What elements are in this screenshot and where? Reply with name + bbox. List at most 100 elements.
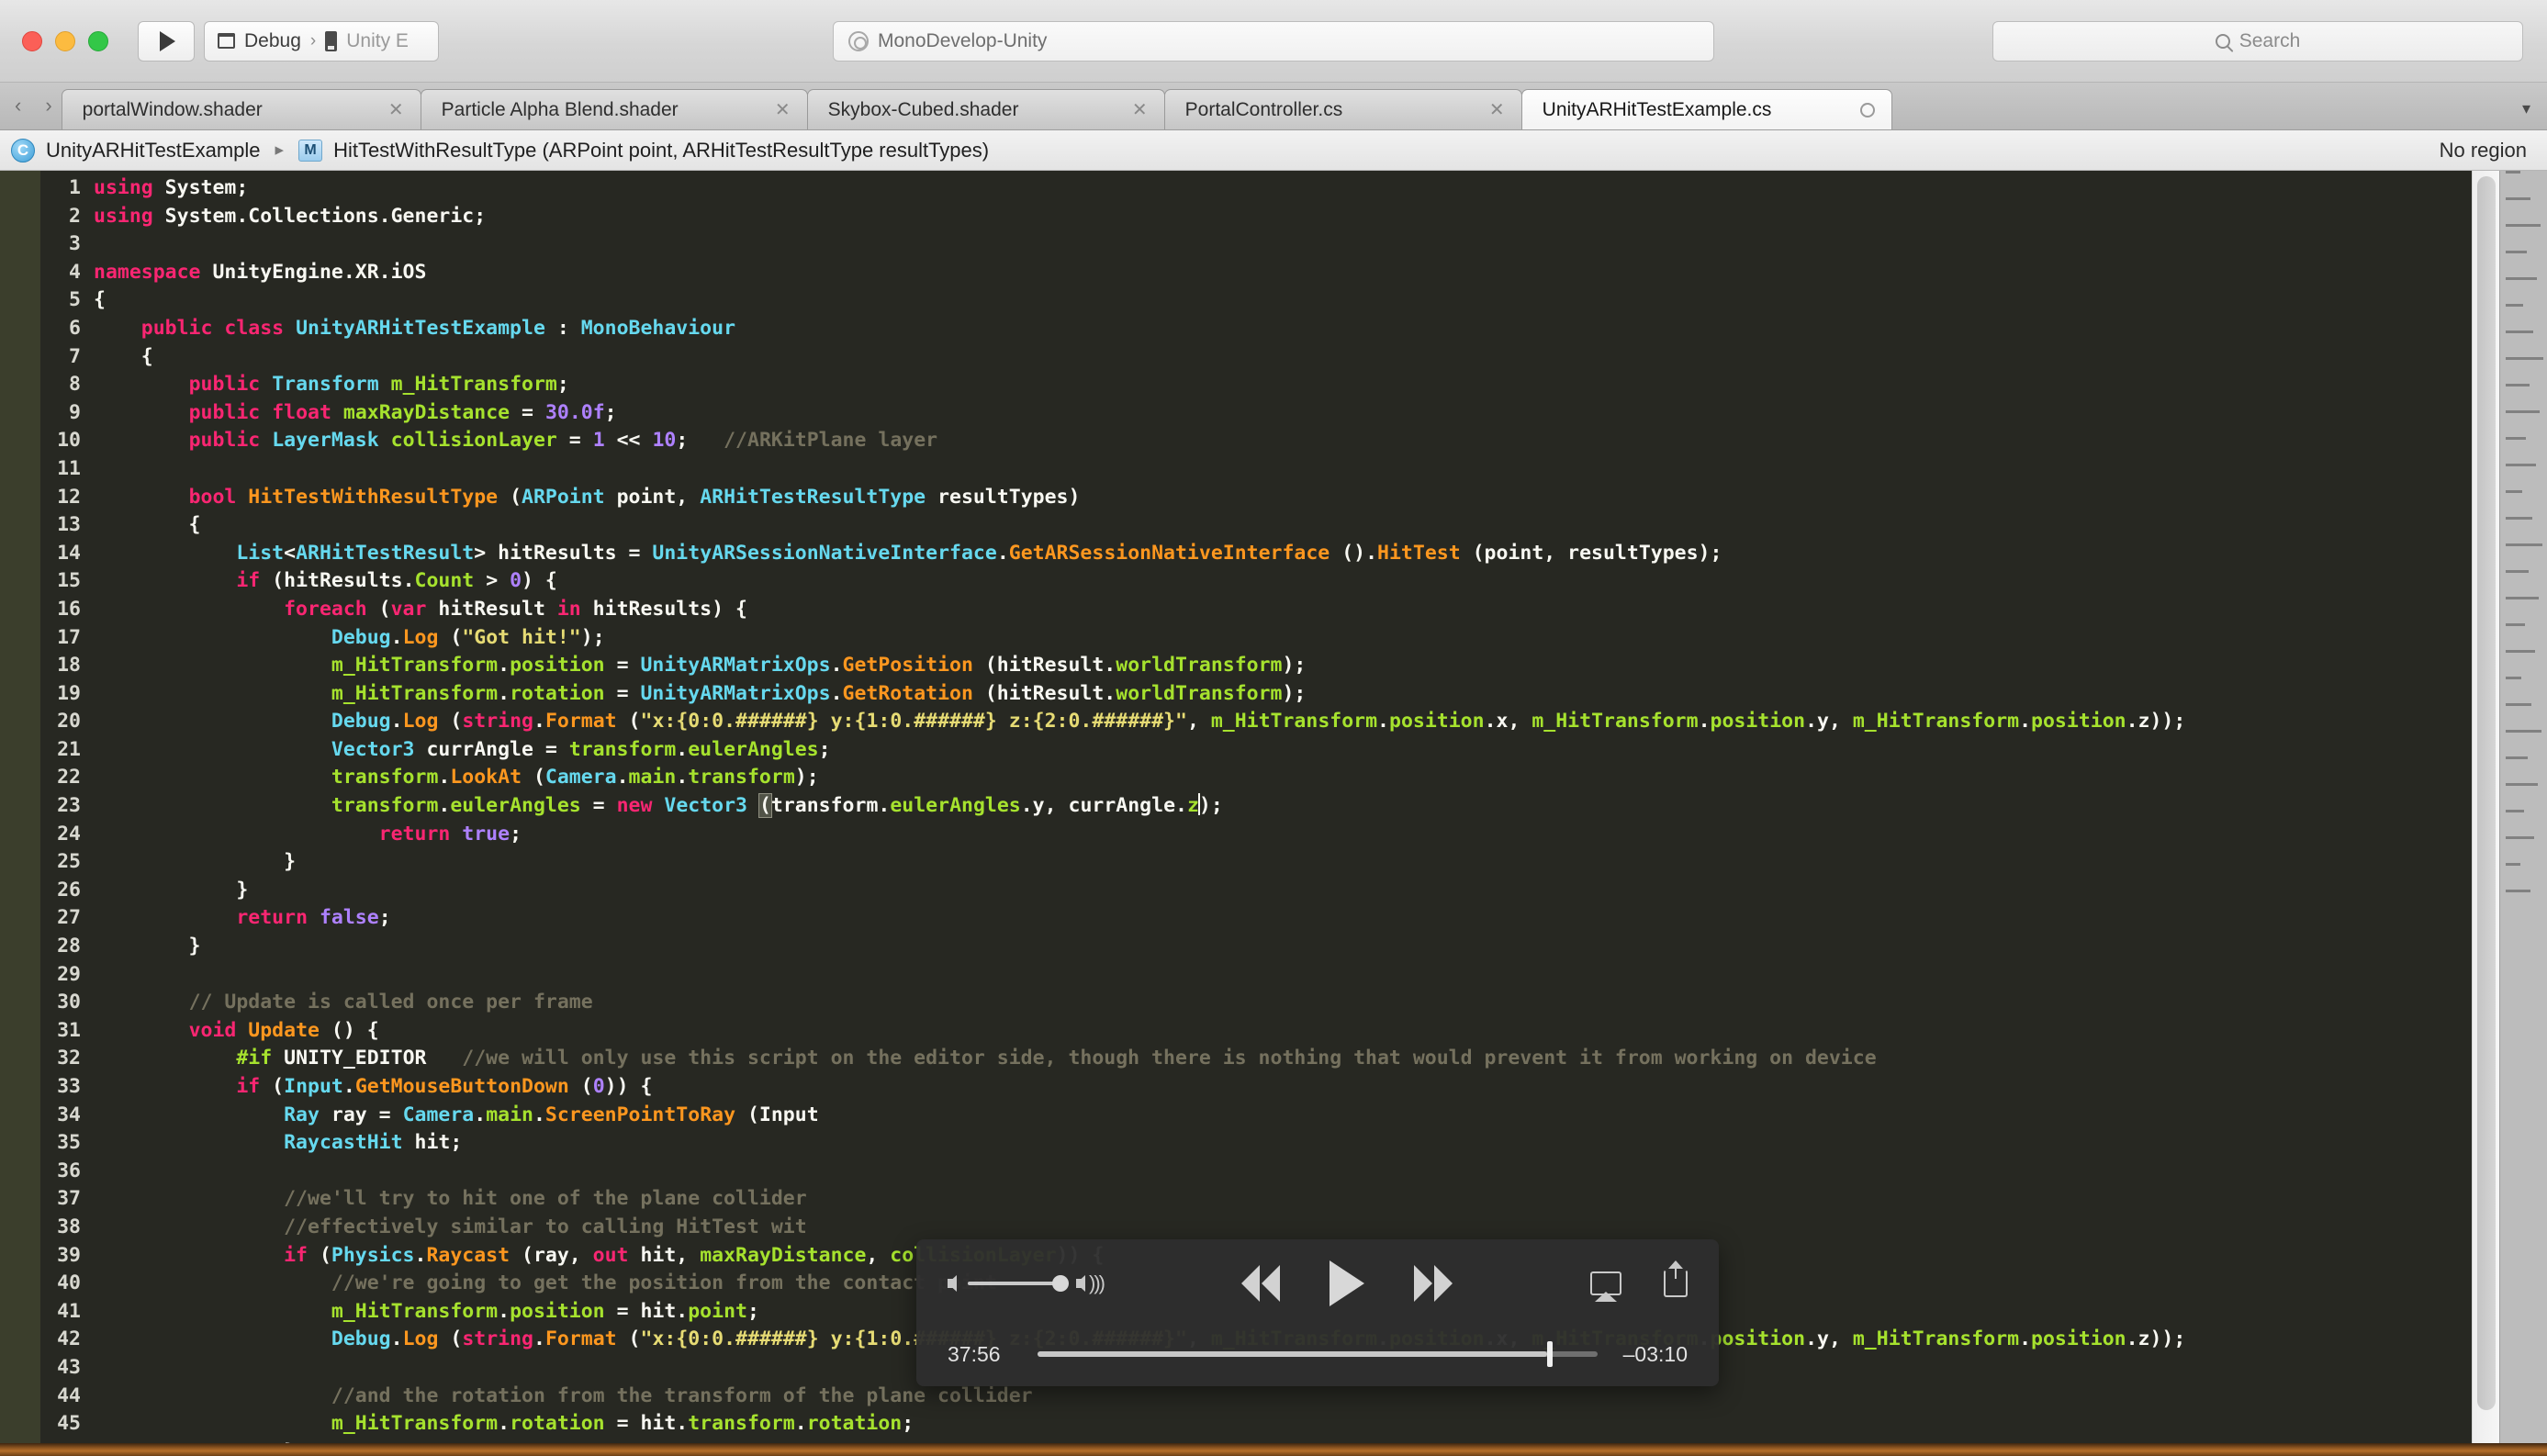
code-line[interactable]: 36 bbox=[40, 1158, 2547, 1186]
line-source[interactable]: m_HitTransform.position = UnityARMatrixO… bbox=[94, 652, 1306, 680]
tab-2[interactable]: Skybox-Cubed.shader ✕ bbox=[806, 89, 1165, 129]
code-line[interactable]: 18 m_HitTransform.position = UnityARMatr… bbox=[40, 652, 2547, 680]
breadcrumb-member[interactable]: HitTestWithResultType (ARPoint point, AR… bbox=[333, 139, 989, 162]
tab-4[interactable]: UnityARHitTestExample.cs bbox=[1520, 89, 1892, 129]
tab-0[interactable]: portalWindow.shader ✕ bbox=[61, 89, 421, 129]
code-line[interactable]: 30 // Update is called once per frame bbox=[40, 989, 2547, 1017]
tab-3[interactable]: PortalController.cs ✕ bbox=[1163, 89, 1522, 129]
code-line[interactable]: 33 if (Input.GetMouseButtonDown (0)) { bbox=[40, 1073, 2547, 1102]
line-source[interactable]: m_HitTransform.position = hit.point; bbox=[94, 1298, 759, 1327]
chevron-down-icon[interactable]: ▾ bbox=[2522, 99, 2530, 118]
line-source[interactable]: //we're going to get the position from t… bbox=[94, 1270, 997, 1298]
line-source[interactable]: transform.eulerAngles = new Vector3 (tra… bbox=[94, 792, 1223, 821]
volume-slider[interactable] bbox=[968, 1275, 1069, 1292]
share-icon[interactable] bbox=[1663, 1262, 1688, 1297]
code-line[interactable]: 11 bbox=[40, 455, 2547, 484]
play-button[interactable] bbox=[1329, 1260, 1364, 1306]
video-player-overlay[interactable]: ))) 37:56 –03:10 bbox=[916, 1239, 1719, 1386]
close-icon[interactable]: ✕ bbox=[1108, 98, 1148, 121]
line-source[interactable]: } bbox=[94, 877, 248, 905]
line-source[interactable]: if (Input.GetMouseButtonDown (0)) { bbox=[94, 1073, 652, 1102]
line-source[interactable]: Ray ray = Camera.main.ScreenPointToRay (… bbox=[94, 1102, 819, 1130]
line-source[interactable]: bool HitTestWithResultType (ARPoint poin… bbox=[94, 484, 1081, 512]
code-line[interactable]: 23 transform.eulerAngles = new Vector3 (… bbox=[40, 792, 2547, 821]
code-line[interactable]: 25 } bbox=[40, 848, 2547, 877]
scrollbar-thumb[interactable] bbox=[2477, 176, 2496, 1411]
line-source[interactable]: public LayerMask collisionLayer = 1 << 1… bbox=[94, 427, 938, 455]
scheme-selector[interactable]: Debug › Unity E bbox=[204, 20, 439, 62]
code-line[interactable]: 5{ bbox=[40, 286, 2547, 315]
line-source[interactable]: transform.LookAt (Camera.main.transform)… bbox=[94, 764, 819, 792]
line-source[interactable]: Debug.Log (string.Format ("x:{0:0.######… bbox=[94, 708, 2185, 736]
code-line[interactable]: 22 transform.LookAt (Camera.main.transfo… bbox=[40, 764, 2547, 792]
volume-slider-knob[interactable] bbox=[1052, 1275, 1069, 1292]
code-line[interactable]: 15 if (hitResults.Count > 0) { bbox=[40, 567, 2547, 596]
line-source[interactable]: RaycastHit hit; bbox=[94, 1129, 462, 1158]
search-input[interactable]: Search bbox=[1992, 20, 2523, 62]
line-source[interactable]: m_HitTransform.rotation = hit.transform.… bbox=[94, 1410, 914, 1439]
line-source[interactable]: if (hitResults.Count > 0) { bbox=[94, 567, 557, 596]
code-line[interactable]: 45 m_HitTransform.rotation = hit.transfo… bbox=[40, 1410, 2547, 1439]
line-source[interactable]: m_HitTransform.rotation = UnityARMatrixO… bbox=[94, 680, 1306, 709]
code-line[interactable]: 14 List<ARHitTestResult> hitResults = Un… bbox=[40, 540, 2547, 568]
code-line[interactable]: 8 public Transform m_HitTransform; bbox=[40, 371, 2547, 399]
line-source[interactable]: return false; bbox=[94, 904, 390, 933]
line-source[interactable]: using System; bbox=[94, 174, 248, 203]
close-icon[interactable]: ✕ bbox=[1465, 98, 1505, 121]
code-line[interactable]: 10 public LayerMask collisionLayer = 1 <… bbox=[40, 427, 2547, 455]
minimize-window-button[interactable] bbox=[55, 30, 75, 51]
line-source[interactable]: using System.Collections.Generic; bbox=[94, 203, 486, 231]
region-label[interactable]: No region bbox=[2440, 139, 2527, 162]
line-source[interactable]: public Transform m_HitTransform; bbox=[94, 371, 569, 399]
editor-overview-ruler[interactable] bbox=[2499, 171, 2547, 1443]
code-line[interactable]: 34 Ray ray = Camera.main.ScreenPointToRa… bbox=[40, 1102, 2547, 1130]
code-line[interactable]: 21 Vector3 currAngle = transform.eulerAn… bbox=[40, 736, 2547, 765]
code-line[interactable]: 4 namespace UnityEngine.XR.iOS bbox=[40, 259, 2547, 287]
line-source[interactable]: foreach (var hitResult in hitResults) { bbox=[94, 596, 747, 624]
code-line[interactable]: 3 bbox=[40, 230, 2547, 259]
code-line[interactable]: 31 void Update () { bbox=[40, 1017, 2547, 1046]
line-source[interactable]: } bbox=[94, 933, 201, 961]
code-line[interactable]: 27 return false; bbox=[40, 904, 2547, 933]
code-line[interactable]: 7 { bbox=[40, 343, 2547, 372]
code-line[interactable]: 44 //and the rotation from the transform… bbox=[40, 1383, 2547, 1411]
code-line[interactable]: 6 public class UnityARHitTestExample : M… bbox=[40, 315, 2547, 343]
scrubber-handle[interactable] bbox=[1547, 1341, 1554, 1367]
code-line[interactable]: 29 bbox=[40, 961, 2547, 990]
editor-vertical-scrollbar[interactable] bbox=[2472, 171, 2499, 1443]
zoom-window-button[interactable] bbox=[88, 30, 108, 51]
tab-nav-back-icon[interactable]: ‹ bbox=[15, 94, 21, 118]
rewind-button[interactable] bbox=[1240, 1265, 1280, 1302]
tab-nav-forward-icon[interactable]: › bbox=[45, 94, 51, 118]
playback-scrubber[interactable] bbox=[1038, 1341, 1598, 1367]
code-line[interactable]: 9 public float maxRayDistance = 30.0f; bbox=[40, 399, 2547, 428]
code-line[interactable]: 2 using System.Collections.Generic; bbox=[40, 203, 2547, 231]
code-line[interactable]: 26 } bbox=[40, 877, 2547, 905]
line-source[interactable]: #if UNITY_EDITOR //we will only use this… bbox=[94, 1045, 1876, 1073]
line-source[interactable]: //effectively similar to calling HitTest… bbox=[94, 1214, 807, 1242]
code-line[interactable]: 46 } bbox=[40, 1439, 2547, 1443]
line-source[interactable]: { bbox=[94, 511, 201, 540]
run-button[interactable] bbox=[138, 20, 195, 62]
breadcrumb-class[interactable]: UnityARHitTestExample bbox=[46, 139, 261, 162]
project-title-field[interactable]: MonoDevelop-Unity bbox=[833, 20, 1714, 62]
line-source[interactable]: namespace UnityEngine.XR.iOS bbox=[94, 259, 426, 287]
code-line[interactable]: 19 m_HitTransform.rotation = UnityARMatr… bbox=[40, 680, 2547, 709]
code-line[interactable]: 17 Debug.Log ("Got hit!"); bbox=[40, 624, 2547, 653]
line-source[interactable]: Vector3 currAngle = transform.eulerAngle… bbox=[94, 736, 831, 765]
close-icon[interactable]: ✕ bbox=[365, 98, 404, 121]
volume-control[interactable]: ))) bbox=[948, 1271, 1105, 1295]
line-source[interactable]: } bbox=[94, 1439, 296, 1443]
line-source[interactable]: void Update () { bbox=[94, 1017, 379, 1046]
code-line[interactable]: 37 //we'll try to hit one of the plane c… bbox=[40, 1185, 2547, 1214]
code-line[interactable]: 35 RaycastHit hit; bbox=[40, 1129, 2547, 1158]
code-line[interactable]: 13 { bbox=[40, 511, 2547, 540]
close-window-button[interactable] bbox=[22, 30, 42, 51]
code-line[interactable]: 1 using System; bbox=[40, 174, 2547, 203]
code-line[interactable]: 32 #if UNITY_EDITOR //we will only use t… bbox=[40, 1045, 2547, 1073]
close-icon[interactable]: ✕ bbox=[751, 98, 791, 121]
airplay-icon[interactable] bbox=[1589, 1271, 1621, 1295]
code-line[interactable]: 28 } bbox=[40, 933, 2547, 961]
fast-forward-button[interactable] bbox=[1413, 1265, 1453, 1302]
line-source[interactable]: Debug.Log ("Got hit!"); bbox=[94, 624, 605, 653]
